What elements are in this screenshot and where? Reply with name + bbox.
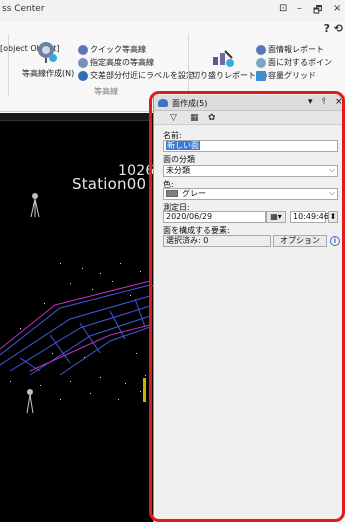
cutfill-report-icon[interactable] (210, 48, 236, 72)
app-title: ss Center (2, 4, 45, 14)
settings-icon[interactable]: ✿ (208, 113, 216, 123)
name-input[interactable]: 新しい面 (163, 140, 338, 152)
panel-dropdown-icon[interactable]: ▾ (308, 97, 313, 107)
panel-close-icon[interactable]: × (335, 97, 343, 107)
class-select[interactable]: 未分類 (163, 165, 338, 177)
ribbon-separator (188, 34, 189, 96)
point-cloud-dots (10, 263, 151, 400)
color-swatch (166, 190, 178, 197)
volume-grid-icon (256, 70, 266, 81)
class-label: 面の分類 (163, 155, 195, 164)
time-input[interactable]: 10:49:46 (290, 211, 329, 223)
calendar-dropdown-button[interactable]: ▦▾ (266, 211, 286, 223)
filter-icon[interactable]: ▽ (170, 113, 177, 123)
info-icon[interactable]: i (330, 236, 340, 246)
panel-title: 面作成(5) (172, 99, 208, 108)
quick-contour-icon (78, 44, 88, 55)
title-bar: ss Center ⊡ – 🗗 × (0, 0, 345, 22)
contour-create-button[interactable]: 等高線作成(N) (22, 68, 74, 79)
panel-pin-icon[interactable]: ⫯ (322, 97, 326, 107)
cross-label-button[interactable]: 交差部分付近にラベルを設定 (78, 70, 194, 81)
surface-point-button[interactable]: 面に対するポイン (256, 57, 332, 68)
ribbon-separator (8, 34, 9, 96)
surface-point-icon (256, 57, 266, 68)
surface-create-icon (158, 99, 168, 107)
help-icon[interactable]: ? ⟲ (324, 22, 343, 35)
restore-icon[interactable]: ⊡ (279, 3, 287, 14)
cross-label-icon (78, 70, 88, 81)
survey-station-icon (30, 193, 40, 218)
marker-post-graphic (143, 378, 146, 402)
selected-count-field: 選択済み: 0 (163, 235, 271, 247)
volume-grid-button[interactable]: 容量グリッド (256, 70, 316, 81)
group-label-contour: 等高線 (94, 87, 118, 96)
surface-create-panel: 面作成(5) ▾ ⫯ × ▽ ▦ ✿ 名前: 新しい面 面の分類 未分類 色: … (153, 95, 345, 522)
surface-report-icon (256, 44, 266, 55)
contour-pin-icon[interactable] (34, 40, 60, 64)
minimize-icon[interactable]: – (297, 3, 302, 14)
panel-header: 面作成(5) ▾ ⫯ × (154, 95, 345, 111)
option-button[interactable]: オプション (273, 235, 327, 247)
height-contour-icon (78, 57, 88, 68)
pin-icon[interactable]: 🗗 (313, 3, 322, 20)
quick-contour-button[interactable]: クイック等高線 (78, 44, 146, 55)
close-icon[interactable]: × (333, 3, 341, 14)
color-select[interactable]: グレー (163, 188, 338, 200)
specified-height-contour-button[interactable]: 指定高度の等高線 (78, 57, 154, 68)
surface-report-button[interactable]: 面情報レポート (256, 44, 324, 55)
date-input[interactable]: 2020/06/29 (163, 211, 266, 223)
panel-toolbar: ▽ ▦ ✿ (154, 111, 345, 125)
time-spinner[interactable]: ⬍ (328, 211, 338, 223)
table-icon[interactable]: ▦ (190, 113, 199, 123)
